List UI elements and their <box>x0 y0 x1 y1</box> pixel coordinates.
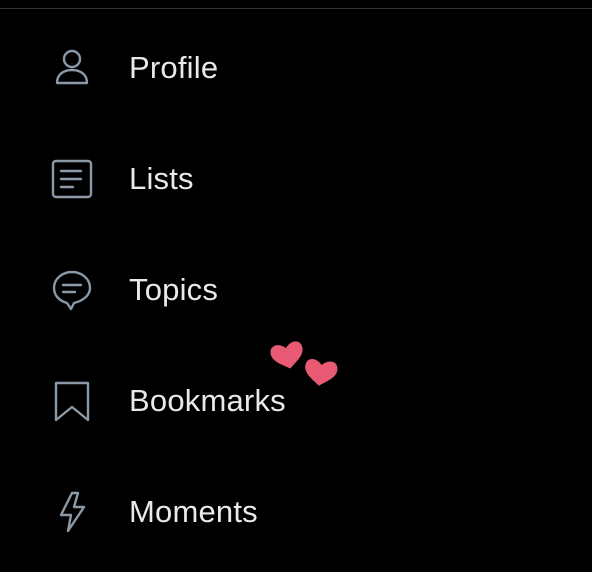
menu-item-moments[interactable]: Moments <box>0 456 592 567</box>
menu-item-label: Bookmarks <box>129 383 286 418</box>
person-icon <box>50 46 94 90</box>
list-document-icon <box>50 157 94 201</box>
lightning-icon <box>50 490 94 534</box>
side-menu: Profile Lists Topics Bookmarks Moments <box>0 12 592 567</box>
menu-item-label: Profile <box>129 50 219 85</box>
hearts-sticker <box>270 341 338 386</box>
topics-bubble-icon <box>50 268 94 312</box>
top-divider <box>0 8 592 9</box>
menu-item-label: Topics <box>129 272 219 307</box>
menu-item-profile[interactable]: Profile <box>0 12 592 123</box>
menu-item-label: Lists <box>129 161 194 196</box>
menu-item-topics[interactable]: Topics <box>0 234 592 345</box>
menu-item-lists[interactable]: Lists <box>0 123 592 234</box>
bookmark-icon <box>50 379 94 423</box>
menu-item-label: Moments <box>129 494 258 529</box>
